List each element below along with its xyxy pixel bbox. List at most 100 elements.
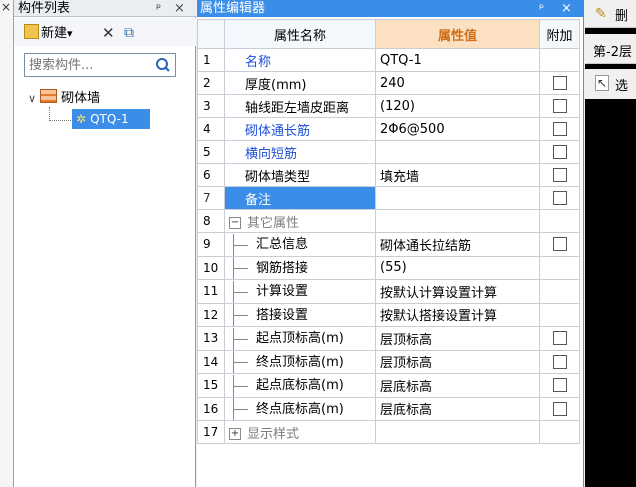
property-row[interactable]: 5 横向短筋 bbox=[197, 140, 580, 164]
property-row[interactable]: 4 砌体通长筋 2Φ6@500 bbox=[197, 117, 580, 141]
property-name-cell[interactable]: + 显示样式 bbox=[224, 420, 376, 444]
property-row[interactable]: 2 厚度(mm) 240 bbox=[197, 71, 580, 95]
property-value-cell[interactable]: QTQ-1 bbox=[375, 48, 540, 72]
right-toolbar-row[interactable]: ✎ 删 bbox=[585, 0, 636, 28]
property-value-cell[interactable]: 按默认搭接设置计算 bbox=[375, 302, 540, 327]
property-name-cell[interactable]: 砌体墙类型 bbox=[224, 163, 376, 187]
expand-icon[interactable]: + bbox=[229, 428, 241, 440]
property-name-cell[interactable]: 名称 bbox=[224, 48, 376, 72]
pin-icon[interactable]: ᵖ bbox=[539, 0, 544, 17]
property-name-cell[interactable]: 砌体通长筋 bbox=[224, 117, 376, 141]
property-name-cell[interactable]: 终点顶标高(m) bbox=[224, 349, 376, 374]
property-name-cell[interactable]: 汇总信息 bbox=[224, 232, 376, 257]
search-input[interactable] bbox=[25, 54, 157, 76]
extra-checkbox[interactable] bbox=[552, 378, 567, 393]
property-value-cell[interactable]: 按默认计算设置计算 bbox=[375, 279, 540, 304]
property-name-cell[interactable]: 终点底标高(m) bbox=[224, 396, 376, 421]
close-icon[interactable]: × bbox=[561, 0, 572, 17]
extra-checkbox[interactable] bbox=[552, 99, 567, 113]
extra-checkbox[interactable] bbox=[552, 122, 567, 136]
pin-icon[interactable]: ᵖ bbox=[156, 0, 161, 17]
property-name: 砌体通长筋 bbox=[245, 123, 311, 139]
property-value-cell[interactable] bbox=[375, 420, 540, 444]
row-number: 12 bbox=[197, 302, 225, 327]
tree-node-masonry-wall[interactable]: ∨ 砌体墙 bbox=[28, 89, 100, 107]
component-list-panel: 构件列表 ᵖ × 新建▾ ✕ ⧉ ∨ 砌体墙 ✲QTQ-1 bbox=[14, 0, 196, 487]
extra-cell bbox=[539, 349, 580, 374]
property-row[interactable]: 15 起点底标高(m) 层底标高 bbox=[197, 373, 580, 398]
property-row[interactable]: 6 砌体墙类型 填充墙 bbox=[197, 163, 580, 187]
property-name: 轴线距左墙皮距离 bbox=[245, 100, 350, 116]
copy-icon[interactable]: ⧉ bbox=[124, 24, 134, 42]
property-row[interactable]: 3 轴线距左墙皮距离 (120) bbox=[197, 94, 580, 118]
row-number: 8 bbox=[197, 209, 225, 233]
property-name: 备注 bbox=[245, 192, 272, 208]
collapse-icon[interactable]: − bbox=[229, 217, 241, 229]
extra-cell bbox=[539, 420, 580, 444]
property-name-cell[interactable]: 备注 bbox=[224, 186, 376, 210]
property-name-cell[interactable]: 厚度(mm) bbox=[224, 71, 376, 95]
property-row[interactable]: 8− 其它属性 bbox=[197, 209, 580, 233]
property-value-cell[interactable]: 2Φ6@500 bbox=[375, 117, 540, 141]
property-name-cell[interactable]: 钢筋搭接 bbox=[224, 255, 376, 280]
tree-node-qtq-1[interactable]: ✲ QTQ-1 bbox=[72, 109, 150, 129]
property-row[interactable]: 9 汇总信息 砌体通长拉结筋 bbox=[197, 232, 580, 257]
property-name-cell[interactable]: 横向短筋 bbox=[224, 140, 376, 164]
extra-checkbox[interactable] bbox=[552, 191, 567, 205]
property-value-cell[interactable] bbox=[375, 140, 540, 164]
new-component-button[interactable]: 新建▾ bbox=[24, 24, 73, 42]
header-value[interactable]: 属性值 bbox=[375, 19, 540, 49]
property-name: 计算设置 bbox=[256, 284, 309, 299]
property-row[interactable]: 16 终点底标高(m) 层底标高 bbox=[197, 396, 580, 421]
row-number: 14 bbox=[197, 349, 225, 374]
close-icon[interactable]: × bbox=[1, 0, 11, 14]
property-name-cell[interactable]: − 其它属性 bbox=[224, 209, 376, 233]
property-value-cell[interactable]: 240 bbox=[375, 71, 540, 95]
extra-cell bbox=[539, 94, 580, 118]
property-value-cell[interactable]: 砌体通长拉结筋 bbox=[375, 232, 540, 257]
property-value-cell[interactable]: 层顶标高 bbox=[375, 326, 540, 351]
extra-checkbox[interactable] bbox=[552, 76, 567, 90]
header-name[interactable]: 属性名称 bbox=[224, 19, 376, 49]
property-row[interactable]: 1 名称 QTQ-1 bbox=[197, 48, 580, 72]
property-value-cell[interactable] bbox=[375, 209, 540, 233]
extra-checkbox[interactable] bbox=[552, 354, 567, 369]
extra-checkbox[interactable] bbox=[552, 237, 567, 252]
property-row[interactable]: 10 钢筋搭接 (55) bbox=[197, 255, 580, 280]
property-value-cell[interactable]: (120) bbox=[375, 94, 540, 118]
header-extra[interactable]: 附加 bbox=[539, 19, 580, 49]
row-number: 10 bbox=[197, 255, 225, 280]
select-tool[interactable]: ↖ 选 bbox=[585, 69, 636, 99]
property-value-cell[interactable]: 层底标高 bbox=[375, 396, 540, 421]
property-row[interactable]: 12 搭接设置 按默认搭接设置计算 bbox=[197, 302, 580, 327]
property-value-cell[interactable]: 填充墙 bbox=[375, 163, 540, 187]
extra-cell bbox=[539, 302, 580, 327]
search-icon[interactable] bbox=[151, 54, 175, 76]
property-name-cell[interactable]: 搭接设置 bbox=[224, 302, 376, 327]
row-number: 7 bbox=[197, 186, 225, 210]
property-row[interactable]: 7 备注 bbox=[197, 186, 580, 210]
property-name-cell[interactable]: 起点顶标高(m) bbox=[224, 326, 376, 351]
property-value-cell[interactable] bbox=[375, 186, 540, 210]
extra-checkbox[interactable] bbox=[552, 401, 567, 416]
property-row[interactable]: 14 终点顶标高(m) 层顶标高 bbox=[197, 349, 580, 374]
property-value-cell[interactable]: (55) bbox=[375, 255, 540, 280]
delete-icon[interactable]: ✕ bbox=[102, 24, 115, 42]
component-toolbar: 新建▾ ✕ ⧉ bbox=[14, 18, 196, 46]
floor-selector[interactable]: 第-2层 bbox=[585, 34, 636, 64]
property-row[interactable]: 13 起点顶标高(m) 层顶标高 bbox=[197, 326, 580, 351]
extra-cell bbox=[539, 255, 580, 280]
expand-icon[interactable]: ∨ bbox=[28, 92, 36, 105]
close-icon[interactable]: × bbox=[174, 0, 185, 17]
property-name-cell[interactable]: 起点底标高(m) bbox=[224, 373, 376, 398]
property-value-cell[interactable]: 层顶标高 bbox=[375, 349, 540, 374]
property-value-cell[interactable]: 层底标高 bbox=[375, 373, 540, 398]
extra-checkbox[interactable] bbox=[552, 168, 567, 182]
property-name-cell[interactable]: 计算设置 bbox=[224, 279, 376, 304]
extra-checkbox[interactable] bbox=[552, 331, 567, 346]
property-row[interactable]: 17 + 显示样式 bbox=[197, 420, 580, 444]
property-name-cell[interactable]: 轴线距左墙皮距离 bbox=[224, 94, 376, 118]
property-row[interactable]: 11 计算设置 按默认计算设置计算 bbox=[197, 279, 580, 304]
extra-checkbox[interactable] bbox=[552, 145, 567, 159]
search-box bbox=[24, 53, 176, 77]
